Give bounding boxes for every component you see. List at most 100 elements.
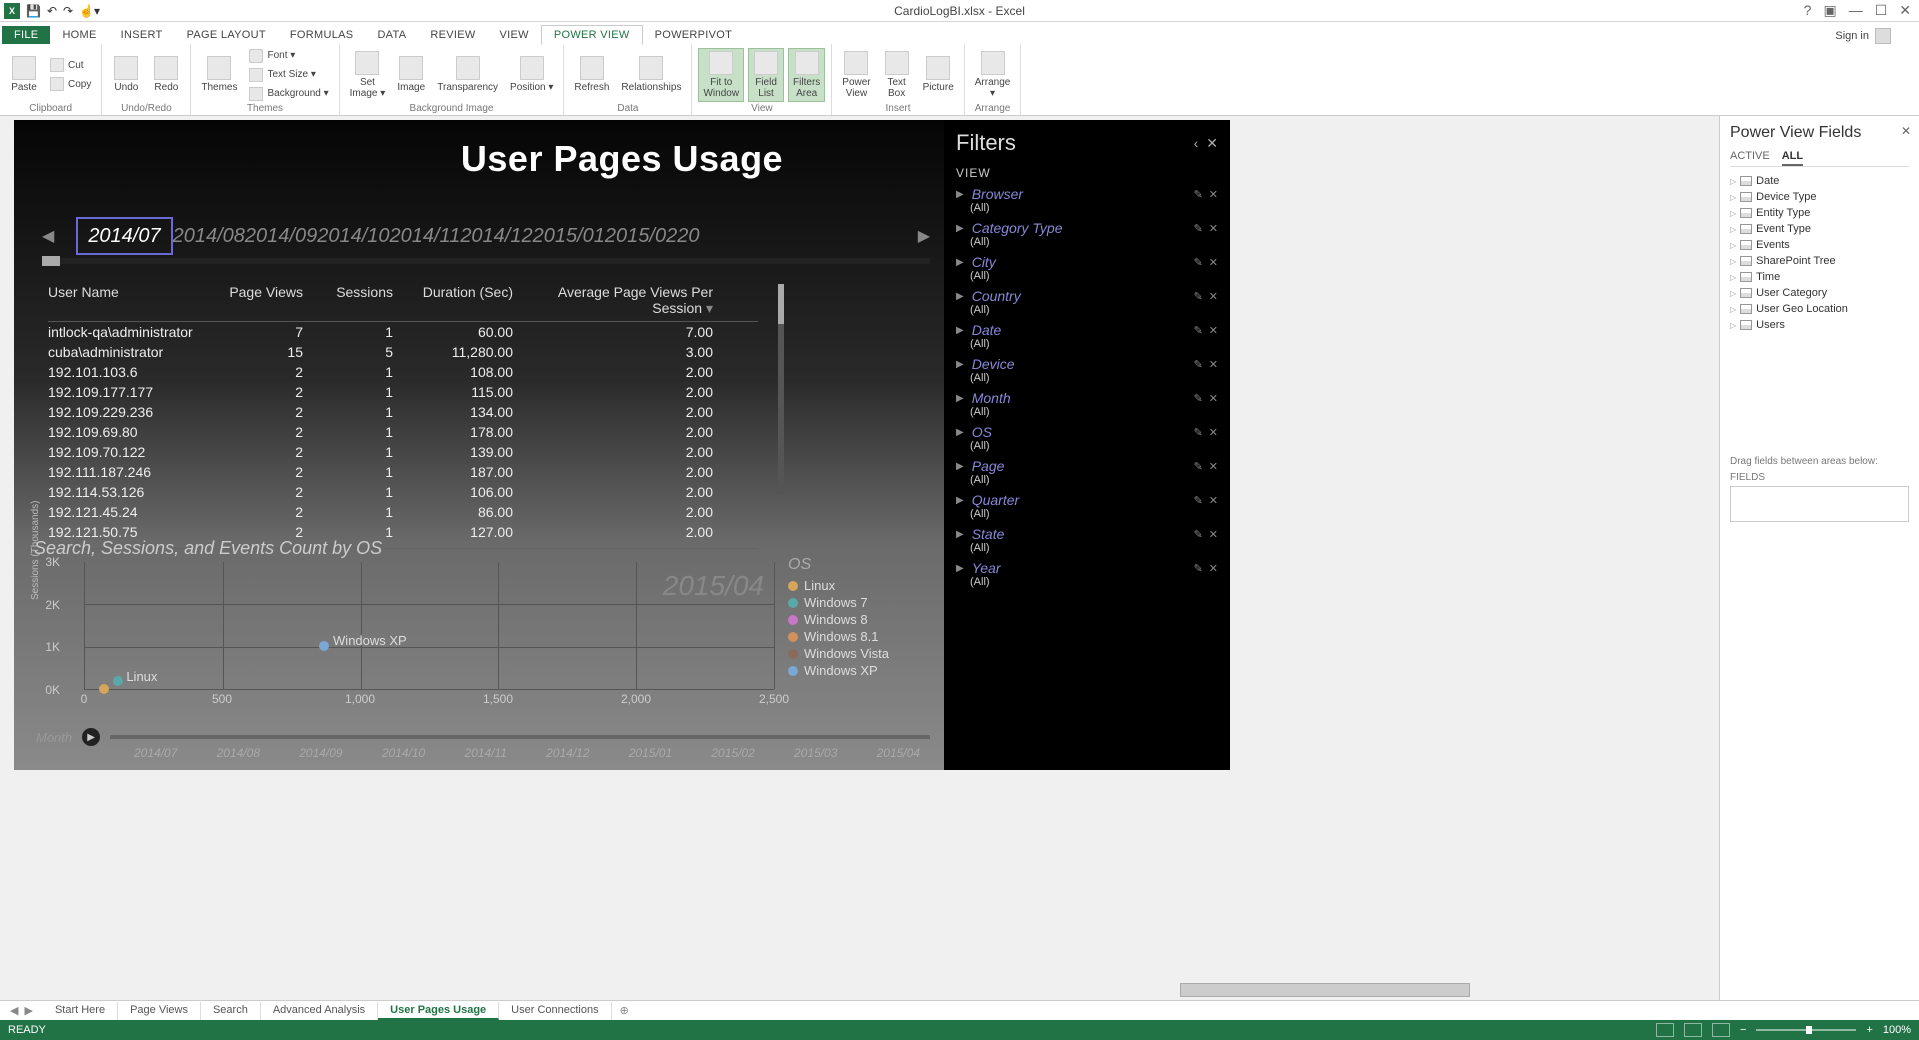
filter-item[interactable]: ▶Page✎✕(All) bbox=[956, 458, 1218, 486]
timeline-item[interactable]: 2015/02 bbox=[605, 225, 677, 247]
filter-mode-icon[interactable]: ✎ bbox=[1194, 460, 1203, 473]
touch-mode-icon[interactable]: ☝▾ bbox=[79, 4, 100, 18]
field-item[interactable]: ▷User Geo Location bbox=[1730, 301, 1909, 317]
filter-item[interactable]: ▶Quarter✎✕(All) bbox=[956, 492, 1218, 520]
tab-data[interactable]: DATA bbox=[365, 26, 418, 44]
filter-clear-icon[interactable]: ✕ bbox=[1209, 256, 1218, 269]
timeline-prev-icon[interactable]: ◀ bbox=[42, 226, 54, 246]
zoom-level[interactable]: 100% bbox=[1883, 1024, 1911, 1036]
field-item[interactable]: ▷SharePoint Tree bbox=[1730, 253, 1909, 269]
timeline-item[interactable]: 20 bbox=[677, 225, 699, 247]
field-item[interactable]: ▷Device Type bbox=[1730, 189, 1909, 205]
timeline-next-icon[interactable]: ▶ bbox=[918, 226, 930, 246]
filter-mode-icon[interactable]: ✎ bbox=[1194, 188, 1203, 201]
table-row[interactable]: 192.109.69.8021178.002.00 bbox=[48, 422, 758, 442]
filter-item[interactable]: ▶Country✎✕(All) bbox=[956, 288, 1218, 316]
tab-power-view[interactable]: POWER VIEW bbox=[541, 25, 643, 45]
chart-bubble[interactable] bbox=[99, 684, 109, 694]
timeline-item[interactable]: 2014/08 bbox=[173, 225, 245, 247]
minimize-icon[interactable]: — bbox=[1849, 2, 1863, 19]
filter-clear-icon[interactable]: ✕ bbox=[1209, 358, 1218, 371]
sheet-tab[interactable]: Search bbox=[201, 1002, 261, 1020]
view-pagebreak-icon[interactable] bbox=[1712, 1023, 1730, 1037]
legend-item[interactable]: Windows 8.1 bbox=[788, 629, 889, 644]
table-row[interactable]: intlock-qa\administrator7160.007.00 bbox=[48, 322, 758, 342]
picture-button[interactable]: Picture bbox=[919, 54, 958, 95]
fields-drop-box[interactable] bbox=[1730, 486, 1909, 522]
filter-mode-icon[interactable]: ✎ bbox=[1194, 358, 1203, 371]
table-row[interactable]: 192.109.70.12221139.002.00 bbox=[48, 442, 758, 462]
table-scrollbar[interactable] bbox=[778, 284, 784, 494]
timeline-item[interactable]: 2014/09 bbox=[245, 225, 317, 247]
refresh-button[interactable]: Refresh bbox=[570, 54, 613, 95]
textbox-button[interactable]: Text Box bbox=[879, 49, 915, 101]
relationships-button[interactable]: Relationships bbox=[617, 54, 685, 95]
filter-mode-icon[interactable]: ✎ bbox=[1194, 324, 1203, 337]
field-item[interactable]: ▷Date bbox=[1730, 173, 1909, 189]
col-pageviews[interactable]: Page Views bbox=[213, 284, 303, 317]
filter-mode-icon[interactable]: ✎ bbox=[1194, 494, 1203, 507]
tab-home[interactable]: HOME bbox=[50, 26, 108, 44]
tab-formulas[interactable]: FORMULAS bbox=[278, 26, 366, 44]
font-button[interactable]: Font ▾ bbox=[245, 47, 332, 65]
position-button[interactable]: Position ▾ bbox=[506, 54, 557, 95]
timeline-item[interactable]: 2015/01 bbox=[533, 225, 605, 247]
filters-collapse-icon[interactable]: ‹ bbox=[1194, 135, 1199, 152]
sheet-nav-prev-icon[interactable]: ◀ bbox=[10, 1004, 18, 1017]
zoom-thumb[interactable] bbox=[1806, 1026, 1812, 1034]
fields-tab-active[interactable]: ACTIVE bbox=[1730, 148, 1770, 166]
sign-in[interactable]: Sign in bbox=[1835, 28, 1919, 44]
filter-item[interactable]: ▶Year✎✕(All) bbox=[956, 560, 1218, 588]
filter-mode-icon[interactable]: ✎ bbox=[1194, 256, 1203, 269]
redo-icon[interactable]: ↷ bbox=[63, 4, 73, 18]
filter-item[interactable]: ▶Month✎✕(All) bbox=[956, 390, 1218, 418]
field-item[interactable]: ▷Events bbox=[1730, 237, 1909, 253]
themes-button[interactable]: Themes bbox=[197, 54, 241, 95]
sheet-nav-next-icon[interactable]: ▶ bbox=[24, 1004, 32, 1017]
filter-clear-icon[interactable]: ✕ bbox=[1209, 494, 1218, 507]
view-normal-icon[interactable] bbox=[1656, 1023, 1674, 1037]
sheet-tab[interactable]: User Connections bbox=[499, 1002, 611, 1020]
filter-item[interactable]: ▶Browser✎✕(All) bbox=[956, 186, 1218, 214]
play-button[interactable]: ▶ bbox=[82, 728, 100, 746]
filter-item[interactable]: ▶OS✎✕(All) bbox=[956, 424, 1218, 452]
legend-item[interactable]: Linux bbox=[788, 578, 889, 593]
image-button[interactable]: Image bbox=[393, 54, 429, 95]
hscroll-thumb[interactable] bbox=[1180, 983, 1470, 997]
filter-mode-icon[interactable]: ✎ bbox=[1194, 528, 1203, 541]
help-icon[interactable]: ? bbox=[1804, 2, 1812, 19]
filter-item[interactable]: ▶Device✎✕(All) bbox=[956, 356, 1218, 384]
tab-file[interactable]: FILE bbox=[2, 26, 50, 44]
zoom-in-icon[interactable]: + bbox=[1866, 1024, 1872, 1036]
setimage-button[interactable]: Set Image ▾ bbox=[346, 49, 390, 101]
textsize-button[interactable]: Text Size ▾ bbox=[245, 66, 332, 84]
filter-item[interactable]: ▶State✎✕(All) bbox=[956, 526, 1218, 554]
sheet-tab[interactable]: Advanced Analysis bbox=[261, 1002, 378, 1020]
legend-item[interactable]: Windows 8 bbox=[788, 612, 889, 627]
filter-mode-icon[interactable]: ✎ bbox=[1194, 392, 1203, 405]
redo-button[interactable]: Redo bbox=[148, 54, 184, 95]
cut-button[interactable]: Cut bbox=[46, 56, 95, 74]
filter-clear-icon[interactable]: ✕ bbox=[1209, 290, 1218, 303]
field-item[interactable]: ▷Entity Type bbox=[1730, 205, 1909, 221]
filter-clear-icon[interactable]: ✕ bbox=[1209, 392, 1218, 405]
undo-icon[interactable]: ↶ bbox=[47, 4, 57, 18]
view-pagelayout-icon[interactable] bbox=[1684, 1023, 1702, 1037]
background-button[interactable]: Background ▾ bbox=[245, 85, 332, 103]
table-row[interactable]: 192.109.229.23621134.002.00 bbox=[48, 402, 758, 422]
chart-bubble[interactable] bbox=[319, 641, 329, 651]
timeline-item[interactable]: 2014/11 bbox=[390, 225, 461, 247]
transparency-button[interactable]: Transparency bbox=[433, 54, 502, 95]
filter-clear-icon[interactable]: ✕ bbox=[1209, 528, 1218, 541]
timeline-scrubber[interactable] bbox=[42, 258, 930, 264]
filter-item[interactable]: ▶Date✎✕(All) bbox=[956, 322, 1218, 350]
chart-plot-area[interactable]: 2015/04 LinuxWindows XP bbox=[84, 562, 774, 690]
col-sessions[interactable]: Sessions bbox=[303, 284, 393, 317]
scroll-thumb[interactable] bbox=[778, 284, 784, 324]
sheet-tab[interactable]: Start Here bbox=[43, 1002, 118, 1020]
field-item[interactable]: ▷Time bbox=[1730, 269, 1909, 285]
field-item[interactable]: ▷Event Type bbox=[1730, 221, 1909, 237]
save-icon[interactable]: 💾 bbox=[26, 4, 41, 18]
vertical-scrollbar[interactable] bbox=[1703, 116, 1719, 980]
zoom-out-icon[interactable]: − bbox=[1740, 1024, 1746, 1036]
